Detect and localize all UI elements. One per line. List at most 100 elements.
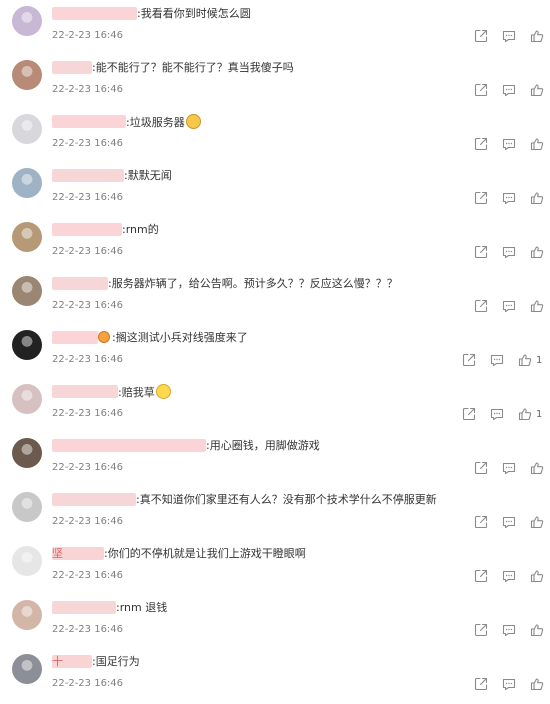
like-button[interactable] (530, 299, 544, 313)
like-icon (530, 569, 544, 583)
avatar[interactable] (12, 60, 42, 90)
like-button[interactable] (530, 137, 544, 151)
comment-text: :我看看你到时候怎么圆 (137, 7, 251, 20)
reply-button[interactable] (502, 137, 516, 151)
avatar[interactable] (12, 492, 42, 522)
like-button[interactable] (530, 245, 544, 259)
reply-button[interactable] (502, 245, 516, 259)
reply-button[interactable] (502, 515, 516, 529)
avatar[interactable] (12, 222, 42, 252)
avatar[interactable] (12, 114, 42, 144)
comment-text-wrap: :rnm 退钱 (116, 600, 167, 616)
reply-button[interactable] (490, 353, 504, 367)
like-button[interactable]: 1 (518, 353, 542, 367)
comment-text: :用心圈钱，用脚做游戏 (206, 439, 320, 452)
share-button[interactable] (474, 515, 488, 529)
comment-item: :rnm 退钱 22-2-23 16:46 (0, 596, 550, 650)
smile-emoji (155, 384, 171, 399)
like-button[interactable] (530, 623, 544, 637)
avatar[interactable] (12, 654, 42, 684)
avatar[interactable] (12, 330, 42, 360)
comment-actions (474, 514, 544, 530)
reply-button[interactable] (502, 623, 516, 637)
like-icon (530, 191, 544, 205)
username-redacted[interactable] (52, 493, 136, 506)
comment-text: :垃圾服务器 (126, 116, 185, 129)
username-redacted[interactable] (52, 277, 108, 290)
share-button[interactable] (474, 677, 488, 691)
share-button[interactable] (462, 407, 476, 421)
username-redacted[interactable] (52, 385, 118, 398)
like-button[interactable] (530, 677, 544, 691)
share-button[interactable] (474, 299, 488, 313)
comment-text: :赔我草 (118, 386, 155, 399)
username-redacted[interactable]: 坚 (52, 547, 104, 560)
username-redacted[interactable] (52, 331, 98, 344)
username-redacted[interactable] (52, 223, 122, 236)
avatar[interactable] (12, 6, 42, 36)
username-partial: 坚 (52, 547, 63, 560)
like-button[interactable] (530, 461, 544, 475)
like-button[interactable] (530, 29, 544, 43)
username-redacted[interactable] (52, 7, 137, 20)
avatar[interactable] (12, 168, 42, 198)
avatar[interactable] (12, 384, 42, 414)
share-icon (462, 353, 476, 367)
username-redacted[interactable] (52, 439, 206, 452)
like-icon (530, 677, 544, 691)
comment-icon (490, 353, 504, 367)
share-button[interactable] (474, 137, 488, 151)
username-redacted[interactable]: 十 (52, 655, 92, 668)
comment-actions: 1 (462, 406, 542, 422)
username-redacted[interactable] (52, 61, 92, 74)
reply-button[interactable] (502, 677, 516, 691)
share-icon (474, 83, 488, 97)
avatar[interactable] (12, 546, 42, 576)
avatar[interactable] (12, 276, 42, 306)
avatar[interactable] (12, 600, 42, 630)
comment-item: :我看看你到时候怎么圆 22-2-23 16:46 (0, 2, 550, 56)
reply-button[interactable] (502, 29, 516, 43)
share-button[interactable] (474, 623, 488, 637)
username-redacted[interactable] (52, 169, 124, 182)
reply-button[interactable] (502, 191, 516, 205)
share-button[interactable] (474, 83, 488, 97)
like-button[interactable] (530, 83, 544, 97)
comment-actions (474, 190, 544, 206)
comment-time: 22-2-23 16:46 (52, 30, 124, 41)
comment-actions (474, 28, 544, 44)
reply-button[interactable] (502, 569, 516, 583)
comment-icon (502, 515, 516, 529)
comment-icon (502, 245, 516, 259)
comment-icon (502, 137, 516, 151)
share-button[interactable] (474, 461, 488, 475)
share-icon (474, 461, 488, 475)
comment-text-wrap: :你们的不停机就是让我们上游戏干瞪眼啊 (104, 546, 306, 562)
reply-button[interactable] (490, 407, 504, 421)
like-button[interactable] (530, 191, 544, 205)
comment-text-wrap: :国足行为 (92, 654, 140, 670)
username-redacted[interactable] (52, 115, 126, 128)
reply-button[interactable] (502, 83, 516, 97)
like-icon (530, 137, 544, 151)
like-button[interactable] (530, 515, 544, 529)
share-button[interactable] (474, 29, 488, 43)
reply-button[interactable] (502, 461, 516, 475)
username-redacted[interactable] (52, 601, 116, 614)
like-icon (518, 353, 532, 367)
reply-button[interactable] (502, 299, 516, 313)
share-button[interactable] (474, 191, 488, 205)
comment-item: :搁这测试小兵对线强度来了 22-2-23 16:46 1 (0, 326, 550, 380)
share-button[interactable] (474, 569, 488, 583)
like-button[interactable]: 1 (518, 407, 542, 421)
like-button[interactable] (530, 569, 544, 583)
comment-time: 22-2-23 16:46 (52, 624, 124, 635)
comment-icon (502, 191, 516, 205)
like-icon (530, 29, 544, 43)
comment-text: :国足行为 (92, 655, 140, 668)
share-button[interactable] (462, 353, 476, 367)
comment-actions (474, 244, 544, 260)
comment-text: :真不知道你们家里还有人么？没有那个技术学什么不停服更新 (136, 493, 437, 506)
share-button[interactable] (474, 245, 488, 259)
avatar[interactable] (12, 438, 42, 468)
